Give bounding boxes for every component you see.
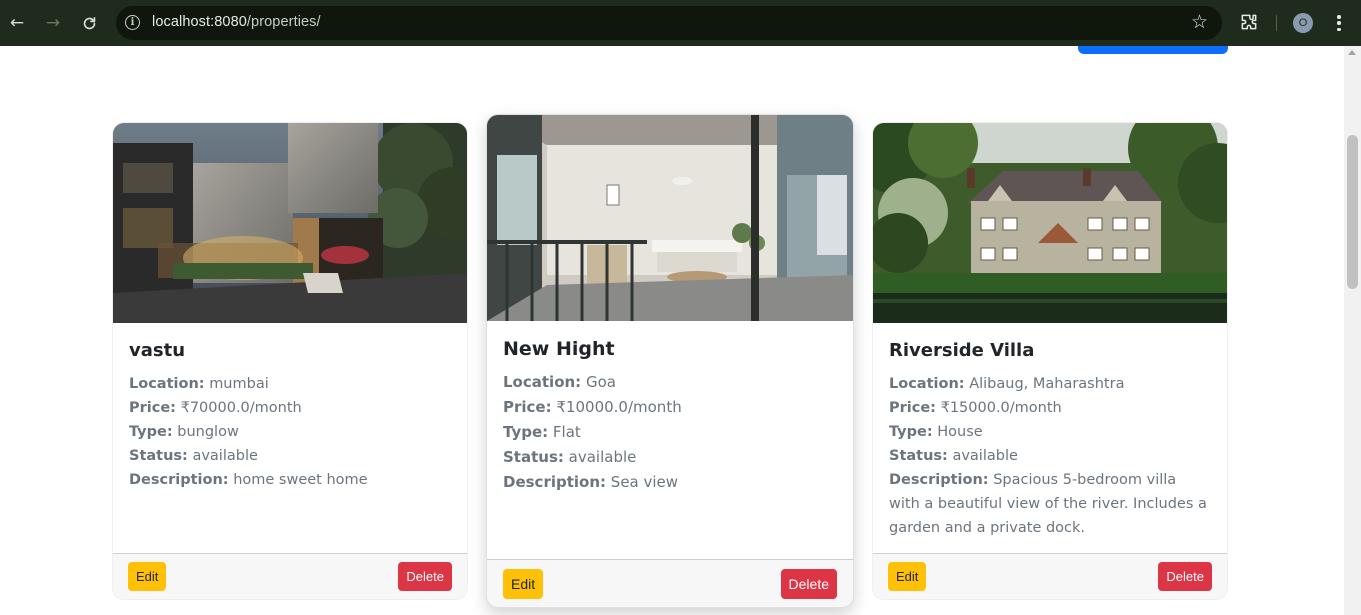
location-line: Location: mumbai <box>129 372 451 396</box>
type-label: Type: <box>503 423 549 441</box>
status-line: Status: available <box>503 445 837 470</box>
card-body: Riverside Villa Location: Alibaug, Mahar… <box>889 339 1211 540</box>
card-footer: Edit Delete <box>487 559 853 607</box>
property-title: vastu <box>129 340 186 361</box>
delete-button[interactable]: Delete <box>1158 562 1212 591</box>
description-line: Description: Sea view <box>503 470 837 495</box>
toolbar-divider <box>1276 15 1277 31</box>
card-footer: Edit Delete <box>873 553 1227 599</box>
scroll-up-arrow-icon[interactable] <box>1348 50 1356 55</box>
reload-icon-svg <box>83 16 95 29</box>
back-arrow-icon[interactable]: ← <box>5 11 29 35</box>
type-value: House <box>937 424 983 440</box>
kebab-menu-icon[interactable] <box>1329 12 1349 34</box>
status-value: available <box>192 448 258 464</box>
type-line: Type: bunglow <box>129 420 451 444</box>
reload-icon[interactable] <box>77 11 101 35</box>
puzzle-icon-svg <box>1241 14 1257 30</box>
type-line: Type: Flat <box>503 420 837 445</box>
delete-button[interactable]: Delete <box>398 562 452 591</box>
location-line: Location: Alibaug, Maharashtra <box>889 372 1211 396</box>
price-label: Price: <box>889 400 936 416</box>
type-label: Type: <box>129 424 173 440</box>
location-value: mumbai <box>209 376 269 392</box>
card-body: New Hight Location: Goa Price: ₹10000.0/… <box>503 337 837 495</box>
price-value: ₹15000.0/month <box>940 400 1062 416</box>
property-title: New Hight <box>503 338 615 360</box>
forward-arrow-icon[interactable]: → <box>41 11 65 35</box>
description-line: Description: home sweet home <box>129 468 451 492</box>
price-value: ₹10000.0/month <box>556 398 682 416</box>
scrollbar-thumb[interactable] <box>1347 135 1358 289</box>
type-label: Type: <box>889 424 933 440</box>
property-card: New Hight Location: Goa Price: ₹10000.0/… <box>486 114 854 608</box>
price-line: Price: ₹70000.0/month <box>129 396 451 420</box>
card-body: vastu Location: mumbai Price: ₹70000.0/m… <box>129 339 451 492</box>
address-bar[interactable]: i localhost:8080/properties/ ☆ <box>116 6 1222 40</box>
card-footer: Edit Delete <box>113 553 467 599</box>
profile-avatar[interactable]: O <box>1293 13 1313 33</box>
vertical-scrollbar[interactable] <box>1344 46 1361 615</box>
property-image-modern-house <box>113 123 467 323</box>
type-value: Flat <box>552 423 581 441</box>
url-path: /properties/ <box>246 14 321 30</box>
description-value: home sweet home <box>233 472 368 488</box>
location-value: Goa <box>585 373 616 391</box>
site-info-icon[interactable]: i <box>125 15 140 30</box>
type-line: Type: House <box>889 420 1211 444</box>
edit-button[interactable]: Edit <box>503 569 544 599</box>
add-property-button[interactable] <box>1078 46 1228 54</box>
status-value: available <box>568 448 637 466</box>
status-label: Status: <box>889 448 948 464</box>
price-value: ₹70000.0/month <box>180 400 302 416</box>
description-label: Description: <box>889 472 989 488</box>
status-label: Status: <box>129 448 188 464</box>
bookmark-star-icon[interactable]: ☆ <box>1191 11 1208 33</box>
location-line: Location: Goa <box>503 370 837 395</box>
location-label: Location: <box>129 376 205 392</box>
extensions-puzzle-icon[interactable] <box>1239 12 1259 32</box>
property-image-apartment-interior <box>487 115 853 321</box>
price-line: Price: ₹10000.0/month <box>503 395 837 420</box>
browser-toolbar: ← → i localhost:8080/properties/ ☆ O <box>0 0 1361 46</box>
edit-button[interactable]: Edit <box>128 562 167 591</box>
url-text[interactable]: localhost:8080/properties/ <box>152 14 321 30</box>
property-image-riverside-villa <box>873 123 1227 323</box>
location-label: Location: <box>503 373 582 391</box>
status-value: available <box>952 448 1018 464</box>
description-label: Description: <box>503 473 607 491</box>
price-label: Price: <box>129 400 176 416</box>
delete-button[interactable]: Delete <box>780 569 837 599</box>
edit-button[interactable]: Edit <box>888 562 927 591</box>
status-label: Status: <box>503 448 564 466</box>
location-value: Alibaug, Maharashtra <box>969 376 1125 392</box>
status-line: Status: available <box>889 444 1211 468</box>
description-line: Description: Spacious 5-bedroom villa wi… <box>889 468 1211 540</box>
page-viewport: vastu Location: mumbai Price: ₹70000.0/m… <box>0 46 1344 615</box>
description-value: Sea view <box>610 473 679 491</box>
price-line: Price: ₹15000.0/month <box>889 396 1211 420</box>
price-label: Price: <box>503 398 552 416</box>
property-card: Riverside Villa Location: Alibaug, Mahar… <box>872 122 1228 600</box>
location-label: Location: <box>889 376 965 392</box>
status-line: Status: available <box>129 444 451 468</box>
url-host: localhost:8080 <box>152 14 247 30</box>
description-label: Description: <box>129 472 229 488</box>
property-card: vastu Location: mumbai Price: ₹70000.0/m… <box>112 122 468 600</box>
type-value: bunglow <box>177 424 239 440</box>
property-title: Riverside Villa <box>889 340 1035 361</box>
